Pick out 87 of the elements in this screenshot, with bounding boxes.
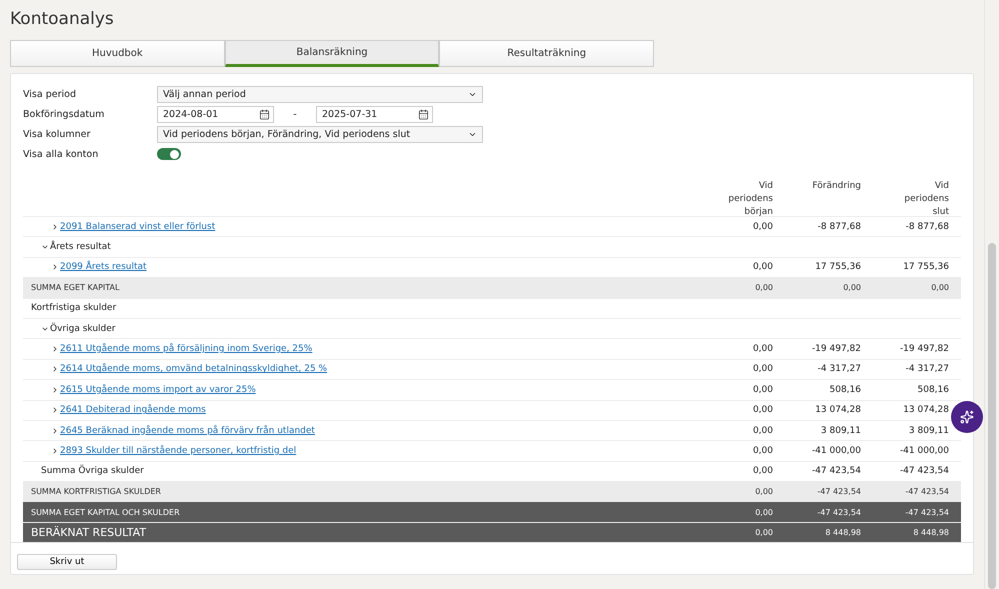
row-label: Kortfristiga skulder: [31, 303, 116, 314]
tab[interactable]: Huvudbok: [10, 40, 225, 67]
row-label: Övriga skulder: [50, 324, 116, 334]
row-label: SUMMA KORTFRISTIGA SKULDER: [31, 487, 161, 496]
chevron-right-icon[interactable]: [51, 263, 59, 272]
row-label: Årets resultat: [50, 242, 111, 252]
chevron-right-icon[interactable]: [51, 406, 59, 414]
account-link[interactable]: 2615 Utgående moms import av varor 25%: [60, 384, 256, 395]
table-cell-text: -47 423,54: [816, 487, 861, 496]
chevron-right-icon[interactable]: [51, 365, 59, 374]
row-label: SUMMA EGET KAPITAL: [31, 283, 120, 292]
table-cell-text: 0,00: [752, 426, 773, 436]
table-cell-text: 0,00: [842, 283, 861, 292]
row-label: SUMMA EGET KAPITAL OCH SKULDER: [31, 508, 180, 517]
account-link[interactable]: 2641 Debiterad ingående moms: [60, 405, 206, 416]
table-cell-text: -41 000,00: [810, 446, 861, 456]
table-cell-text: 3 809,11: [908, 426, 949, 436]
tab[interactable]: Resultaträkning: [439, 40, 654, 67]
account-link[interactable]: 2611 Utgående moms på försäljning inom Sverige, 25%: [60, 344, 312, 354]
table-cell-text: 0,00: [752, 446, 773, 456]
table-cell-text: -47 423,54: [898, 466, 949, 476]
toggle-switch[interactable]: [157, 148, 181, 160]
chevron-right-icon[interactable]: [51, 386, 59, 394]
table-cell-text: 13 074,28: [814, 405, 861, 416]
chevron-right-icon[interactable]: [51, 446, 59, 455]
table-cell-text: -4 317,27: [816, 364, 861, 374]
field-label: Visa period: [23, 89, 77, 100]
account-link[interactable]: 2645 Beräknad ingående moms på förvärv från utlandet: [60, 426, 315, 436]
account-link[interactable]: 2091 Balanserad vinst eller förlust: [60, 222, 216, 232]
table-cell-text: 0,00: [752, 262, 773, 272]
table-cell-text: 0,00: [930, 283, 949, 292]
chevron-down-icon: [468, 90, 477, 99]
table-cell-text: 0,00: [752, 405, 773, 416]
table-cell-text: -8 877,68: [816, 222, 861, 232]
account-link[interactable]: 2893 Skulder till närstående personer, kortfristig del: [60, 446, 296, 456]
table-cell-text: 13 074,28: [902, 405, 949, 416]
scrollbar[interactable]: [984, 0, 999, 589]
table-cell-text: 8 448,98: [824, 528, 861, 538]
table-cell-text: -4 317,27: [904, 364, 949, 374]
tab[interactable]: Balansräkning: [224, 40, 440, 67]
chevron-right-icon[interactable]: [51, 345, 59, 354]
chevron-right-icon[interactable]: [51, 426, 59, 435]
table-cell-text: -47 423,54: [816, 508, 861, 517]
account-link[interactable]: 2614 Utgående moms, omvänd betalningsskyldighet, 25 %: [60, 364, 328, 374]
calendar-icon[interactable]: [259, 109, 270, 120]
row-label: Summa Övriga skulder: [41, 466, 144, 476]
table-cell-text: 8 448,98: [912, 528, 949, 538]
column-header: Förändring: [811, 180, 861, 193]
table-cell-text: 0,00: [754, 508, 773, 517]
table-cell-text: 0,00: [752, 466, 773, 476]
page-title: Kontoanalys: [10, 9, 115, 29]
table-cell-text: -47 423,54: [810, 466, 861, 476]
table-cell-text: 0,00: [754, 487, 773, 496]
table-cell-text: 0,00: [754, 283, 773, 292]
table-cell-text: 0,00: [754, 528, 773, 538]
table-cell-text: 0,00: [752, 222, 773, 232]
table-cell-text: 17 755,36: [902, 262, 949, 272]
row-label: BERÄKNAT RESULTAT: [31, 526, 146, 540]
field-label: Bokföringsdatum: [23, 109, 106, 120]
table-cell-text: -47 423,54: [904, 508, 949, 517]
table-cell-text: 508,16: [916, 384, 949, 395]
table-cell-text: -19 497,82: [810, 344, 861, 354]
print-button[interactable]: Skriv ut: [17, 554, 117, 570]
table-cell-text: 3 809,11: [820, 426, 861, 436]
period-dropdown[interactable]: Välj annan period: [157, 86, 483, 103]
table-cell-text: 0,00: [752, 384, 773, 395]
date-separator: -: [292, 109, 298, 120]
table-cell-text: 17 755,36: [814, 262, 861, 272]
chevron-down-icon: [468, 130, 477, 139]
table-cell-text: -41 000,00: [898, 446, 949, 456]
columns-dropdown[interactable]: Vid periodens början, Förändring, Vid periodens slut: [157, 126, 483, 143]
table-cell-text: -47 423,54: [904, 487, 949, 496]
calendar-icon[interactable]: [418, 109, 429, 120]
table-cell-text: 508,16: [828, 384, 861, 395]
sparkle-icon: [960, 410, 974, 424]
table-cell-text: -8 877,68: [904, 222, 949, 232]
field-label: Visa alla konton: [23, 148, 100, 160]
column-header: Vid periodens slut: [903, 180, 949, 219]
table-cell-text: 0,00: [752, 344, 773, 354]
table-cell-text: 0,00: [752, 364, 773, 374]
date-field[interactable]: 2024-08-01: [157, 106, 274, 123]
table-cell-text: -19 497,82: [898, 344, 949, 354]
field-label: Visa kolumner: [23, 129, 92, 140]
date-field[interactable]: 2025-07-31: [316, 106, 433, 123]
chevron-right-icon[interactable]: [51, 222, 59, 231]
account-link[interactable]: 2099 Årets resultat: [60, 262, 147, 272]
column-header: Vid periodens början: [727, 180, 773, 219]
